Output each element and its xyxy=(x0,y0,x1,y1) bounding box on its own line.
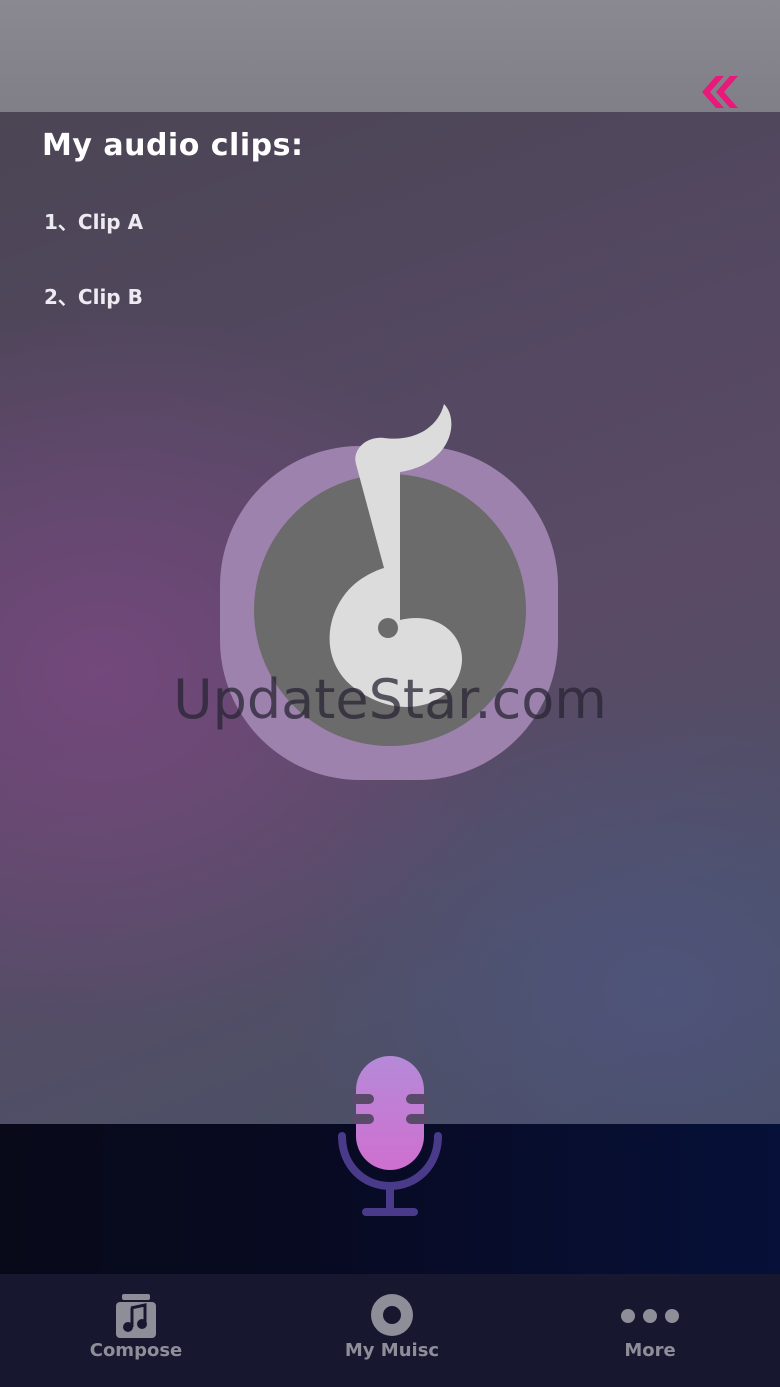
tab-more[interactable]: More xyxy=(520,1274,780,1387)
tab-label: More xyxy=(624,1340,676,1361)
music-note-logo-icon xyxy=(220,404,558,780)
clips-title: My audio clips: xyxy=(42,128,304,163)
clip-item[interactable]: 1、Clip A xyxy=(44,206,143,235)
bottom-tab-bar: Compose My Muisc More xyxy=(0,1274,780,1387)
tab-label: Compose xyxy=(89,1340,183,1361)
double-chevron-left-icon[interactable] xyxy=(696,70,740,114)
watermark: UpdateStar.com xyxy=(173,668,607,731)
more-dots-icon xyxy=(621,1309,679,1323)
tab-label: My Muisc xyxy=(344,1340,440,1361)
microphone-icon[interactable] xyxy=(334,1052,446,1220)
music-note-icon xyxy=(116,1294,156,1338)
tab-my-music[interactable]: My Muisc xyxy=(262,1274,522,1387)
tab-compose[interactable]: Compose xyxy=(6,1274,266,1387)
top-bar xyxy=(0,0,780,112)
clip-item[interactable]: 2、Clip B xyxy=(44,281,143,310)
disc-icon xyxy=(371,1294,413,1336)
